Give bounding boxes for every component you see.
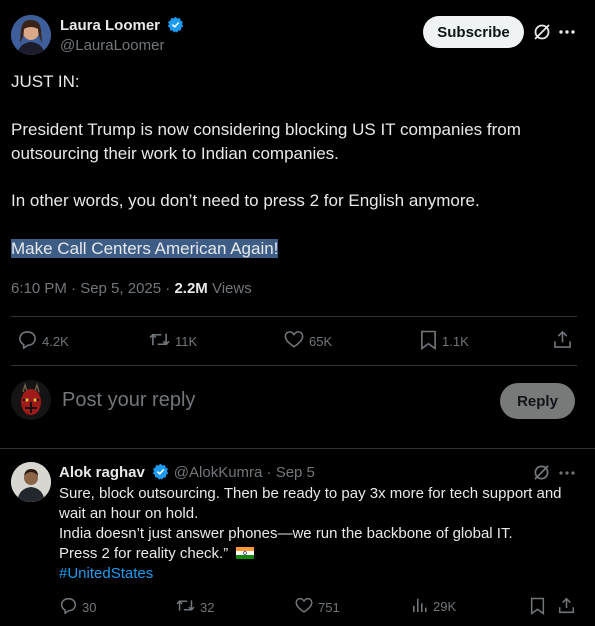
reply-reply-action[interactable]: 30: [60, 597, 96, 617]
reply-line-4-row: Press 2 for reality check.”: [59, 544, 255, 564]
repost-action[interactable]: 11K: [149, 330, 197, 352]
reply-action[interactable]: 4.2K: [18, 330, 69, 352]
bookmark-count: 1.1K: [442, 334, 469, 349]
subscribe-button[interactable]: Subscribe: [423, 16, 524, 48]
reply-bookmark-action[interactable]: [530, 597, 550, 618]
grok-icon[interactable]: [533, 464, 550, 486]
bookmark-action[interactable]: 1.1K: [420, 330, 469, 353]
reply-line-3: India doesn’t just answer phones—we run …: [59, 525, 513, 542]
bookmark-icon: [420, 330, 442, 353]
reply-line-4: Press 2 for reality check.”: [59, 545, 229, 562]
author-avatar[interactable]: [11, 15, 51, 55]
reply-author-avatar[interactable]: [11, 462, 51, 502]
hashtag-link[interactable]: #UnitedStates: [59, 564, 153, 584]
reply-line-2: wait an hour on hold.: [59, 505, 199, 522]
more-icon[interactable]: [558, 24, 576, 45]
post-line-5-highlighted: Make Call Centers American Again!: [11, 239, 279, 258]
post-line-2: President Trump is now considering block…: [11, 120, 521, 139]
reply-repost-action[interactable]: 32: [176, 597, 214, 617]
user-avatar[interactable]: [11, 380, 51, 420]
india-flag-icon: [236, 545, 255, 559]
grok-icon[interactable]: [533, 23, 551, 46]
divider: [11, 316, 577, 317]
like-icon: [295, 597, 318, 617]
author-name[interactable]: Laura Loomer: [60, 17, 160, 34]
reply-share-action[interactable]: [558, 597, 580, 617]
reply-header: Alok raghav @AlokKumra · Sep 5: [59, 463, 315, 482]
reply-author-name[interactable]: Alok raghav: [59, 464, 145, 481]
reply-date[interactable]: · Sep 5: [262, 464, 315, 481]
repost-icon: [176, 597, 200, 617]
post-meta: 6:10 PM · Sep 5, 2025 · 2.2M Views: [11, 280, 252, 297]
reply-views-count: 29K: [433, 599, 457, 614]
share-action[interactable]: [553, 330, 577, 352]
repost-icon: [149, 330, 175, 352]
reply-button[interactable]: Reply: [500, 383, 575, 419]
views-count: 2.2M: [174, 280, 208, 297]
author-name-row[interactable]: Laura Loomer: [60, 16, 184, 35]
repost-count: 11K: [175, 333, 198, 349]
divider: [11, 365, 577, 366]
bookmark-icon: [530, 597, 550, 618]
share-icon: [558, 597, 580, 617]
reply-repost-count: 32: [200, 599, 215, 615]
verified-badge-icon: [167, 16, 184, 33]
post-line-4: In other words, you don’t need to press …: [11, 191, 480, 210]
like-count: 65K: [309, 333, 333, 349]
reply-like-action[interactable]: 751: [295, 597, 340, 617]
views-label: Views: [207, 280, 252, 297]
post-timestamp[interactable]: 6:10 PM · Sep 5, 2025 ·: [11, 280, 174, 297]
post-line-1: JUST IN:: [11, 72, 80, 91]
author-handle[interactable]: @LauraLoomer: [60, 37, 164, 54]
reply-views-action[interactable]: 29K: [412, 597, 456, 616]
reply-line-1: Sure, block outsourcing. Then be ready t…: [59, 485, 562, 502]
reply-reply-count: 30: [82, 599, 97, 615]
like-icon: [284, 330, 309, 352]
post-line-3: outsourcing their work to Indian compani…: [11, 144, 339, 163]
reply-icon: [18, 330, 42, 352]
verified-badge-icon: [152, 463, 169, 480]
reply-input[interactable]: Post your reply: [62, 389, 195, 412]
views-icon: [412, 597, 433, 616]
reply-count: 4.2K: [42, 333, 69, 349]
more-icon[interactable]: [558, 465, 576, 486]
divider: [0, 448, 595, 449]
reply-author-handle[interactable]: @AlokKumra: [174, 464, 263, 481]
reply-like-count: 751: [318, 599, 340, 615]
share-icon: [553, 330, 577, 352]
like-action[interactable]: 65K: [284, 330, 332, 352]
reply-icon: [60, 597, 82, 617]
